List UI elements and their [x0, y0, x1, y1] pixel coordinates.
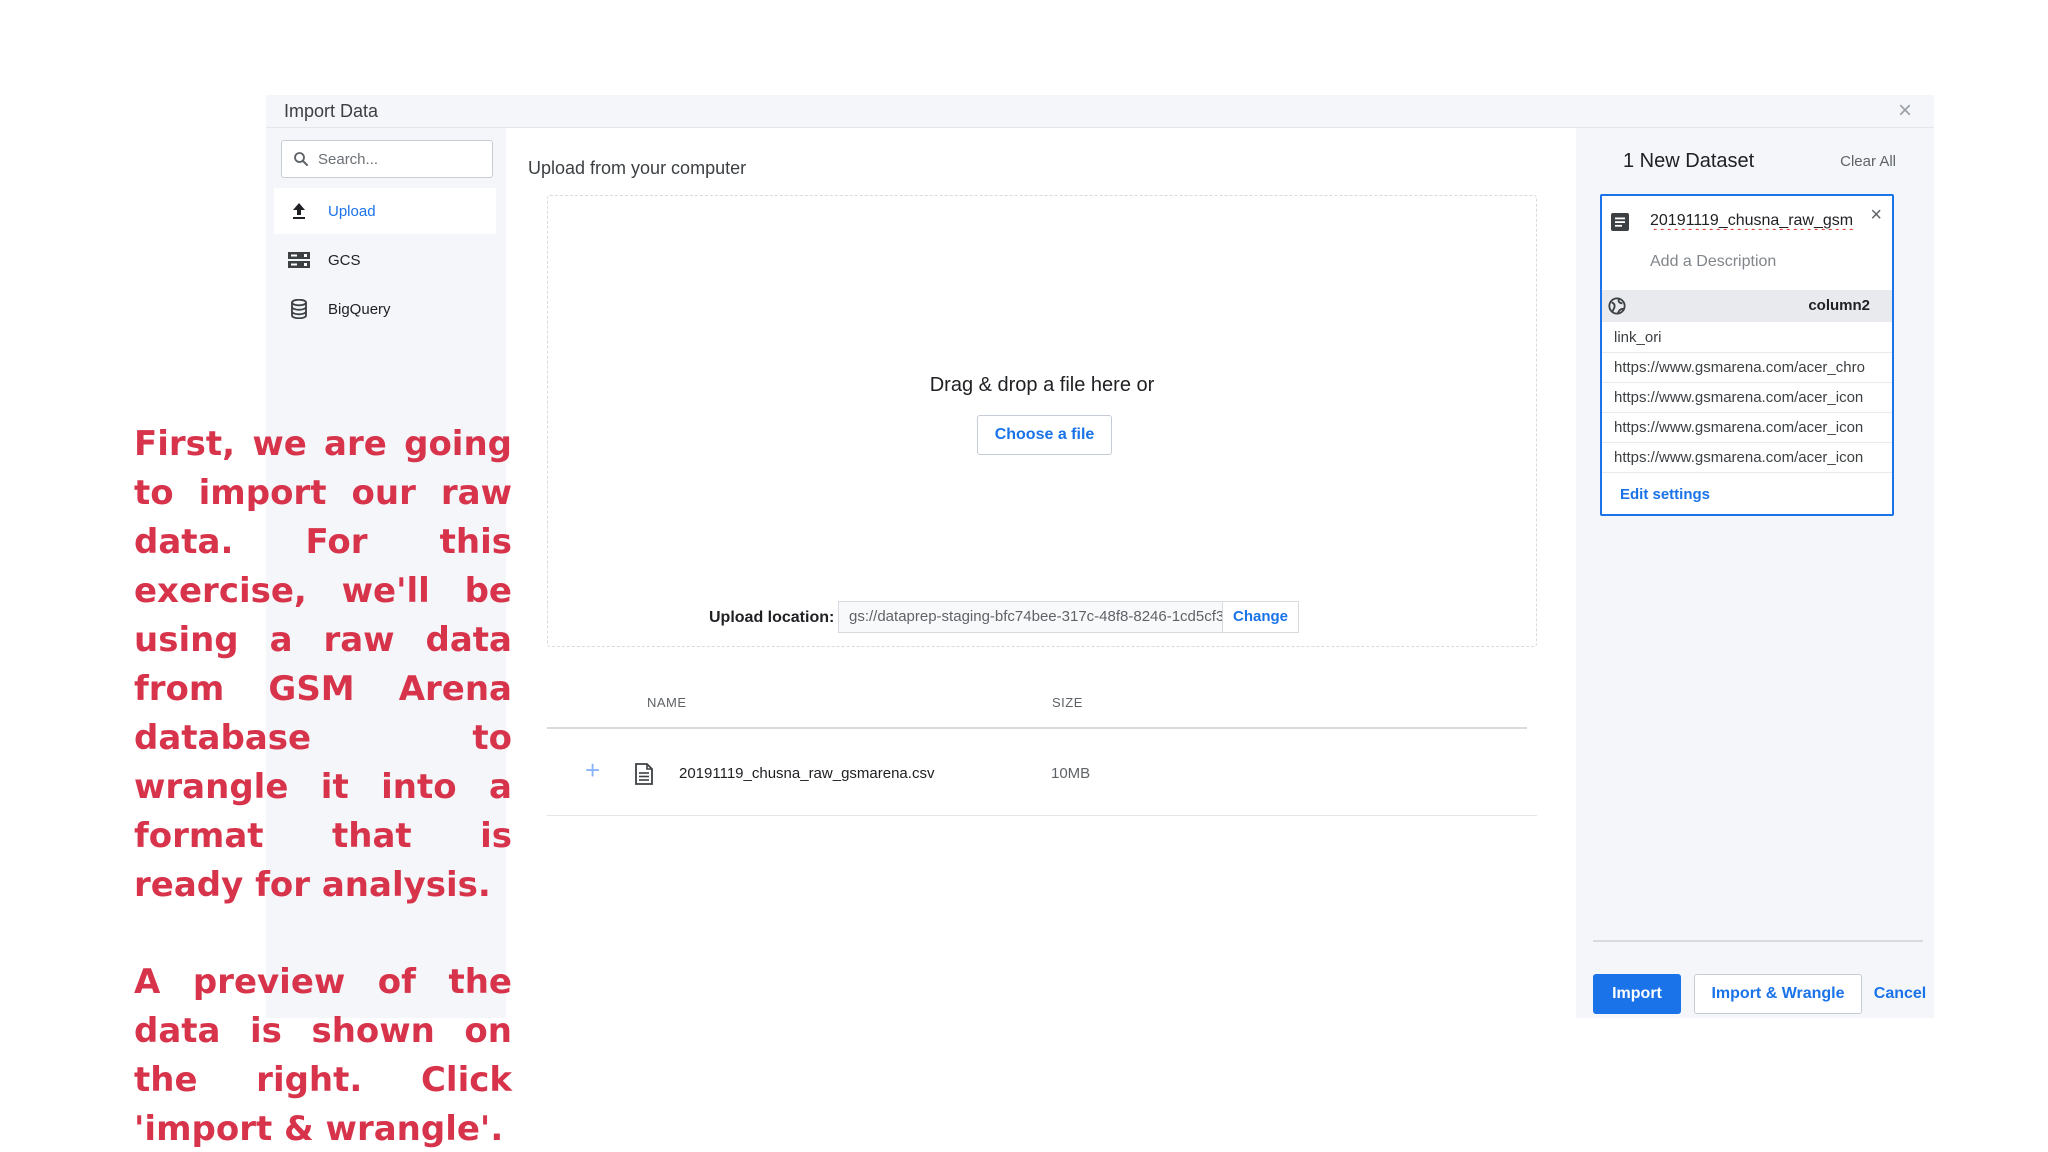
column-header-size: SIZE	[1052, 695, 1083, 710]
dataset-count-title: 1 New Dataset	[1623, 150, 1755, 172]
remove-dataset-icon[interactable]: ×	[1870, 204, 1882, 227]
globe-icon	[1608, 297, 1626, 315]
column-header-name: NAME	[647, 695, 687, 710]
dialog-title: Import Data	[284, 101, 379, 121]
preview-row: https://www.gsmarena.com/acer_icon	[1602, 413, 1892, 443]
document-icon	[1611, 213, 1629, 231]
sidebar-item-gcs[interactable]: GCS	[274, 237, 496, 283]
sidebar-item-label: Upload	[328, 202, 376, 220]
tutorial-annotation: First, we are going to import our raw da…	[134, 420, 512, 1152]
import-and-wrangle-button[interactable]: Import & Wrangle	[1694, 974, 1862, 1014]
annotation-paragraph-1: First, we are going to import our raw da…	[134, 424, 512, 905]
clear-all-button[interactable]: Clear All	[1840, 153, 1896, 170]
file-name: 20191119_chusna_raw_gsmarena.csv	[679, 765, 935, 782]
preview-column-header: column2	[1602, 290, 1892, 322]
file-dropzone[interactable]: Drag & drop a file here or Choose a file…	[547, 195, 1537, 647]
upload-panel: Upload from your computer Drag & drop a …	[506, 128, 1576, 1018]
upload-icon	[288, 200, 310, 222]
dataset-card[interactable]: 20191119_chusna_raw_gsm × Add a Descript…	[1600, 194, 1894, 516]
sidebar-item-label: GCS	[328, 251, 361, 269]
expand-row-icon[interactable]: +	[585, 755, 600, 786]
import-button[interactable]: Import	[1593, 974, 1681, 1014]
close-dialog-icon[interactable]: ×	[1898, 99, 1912, 123]
file-icon	[635, 763, 653, 785]
sidebar-item-upload[interactable]: Upload	[274, 188, 496, 234]
preview-row: link_ori	[1602, 323, 1892, 353]
search-input[interactable]	[318, 148, 486, 170]
upload-location-value: gs://dataprep-staging-bfc74bee-317c-48f8…	[849, 608, 1222, 625]
annotation-paragraph-2: A preview of the data is shown on the ri…	[134, 962, 512, 1149]
divider	[1593, 940, 1923, 942]
column-name: column2	[1808, 297, 1870, 314]
sidebar-item-label: BigQuery	[328, 300, 391, 318]
dataset-panel: 1 New Dataset Clear All 20191119_chusna_…	[1576, 128, 1934, 1018]
preview-row: https://www.gsmarena.com/acer_icon	[1602, 443, 1892, 473]
database-icon	[288, 298, 310, 320]
table-row: + 20191119_chusna_raw_gsmarena.csv 10MB	[547, 731, 1537, 816]
section-title: Upload from your computer	[528, 158, 747, 178]
drop-instructions: Drag & drop a file here or	[929, 374, 1155, 396]
change-location-button[interactable]: Change	[1222, 602, 1298, 632]
import-data-dialog: Import Data × Upload GCS BigQuery	[266, 95, 1934, 1018]
edit-settings-link[interactable]: Edit settings	[1620, 486, 1710, 503]
dialog-titlebar: Import Data ×	[266, 95, 1934, 128]
file-size: 10MB	[1051, 765, 1091, 782]
search-box[interactable]	[281, 140, 493, 178]
file-table-header: NAME SIZE	[547, 673, 1527, 729]
preview-row: https://www.gsmarena.com/acer_chro	[1602, 353, 1892, 383]
upload-location-label: Upload location:	[709, 609, 835, 626]
upload-location-field: gs://dataprep-staging-bfc74bee-317c-48f8…	[838, 601, 1299, 633]
description-field[interactable]: Add a Description	[1650, 253, 1776, 271]
dataset-name[interactable]: 20191119_chusna_raw_gsm	[1650, 212, 1862, 230]
gcs-storage-icon	[288, 249, 310, 271]
cancel-button[interactable]: Cancel	[1870, 974, 1930, 1014]
preview-row: https://www.gsmarena.com/acer_icon	[1602, 383, 1892, 413]
search-icon	[294, 152, 308, 166]
choose-file-button[interactable]: Choose a file	[977, 415, 1112, 455]
sidebar-item-bigquery[interactable]: BigQuery	[274, 286, 496, 332]
